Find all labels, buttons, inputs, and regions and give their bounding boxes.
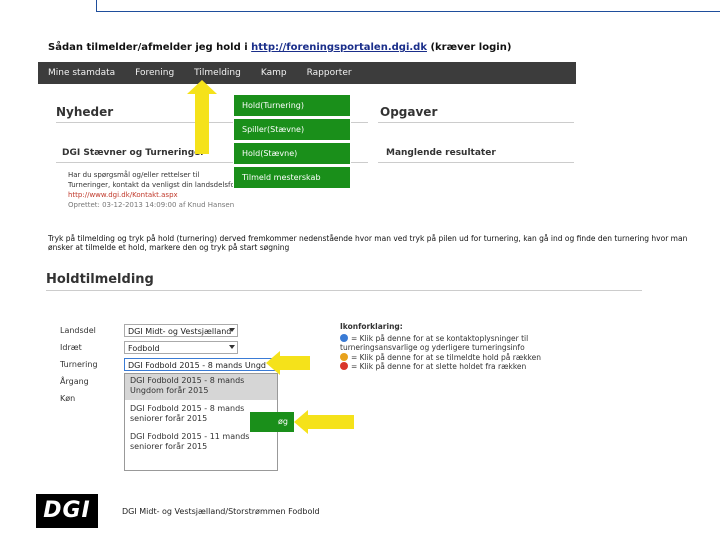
menu-item-hold-turnering[interactable]: Hold(Turnering) — [233, 94, 351, 117]
news-body-line-1: Har du spørgsmål og/eller rettelser til — [68, 171, 200, 179]
label-koen: Køn — [60, 394, 76, 403]
tasks-sub-divider — [378, 162, 574, 163]
nav-item-kamp[interactable]: Kamp — [261, 68, 287, 78]
turnering-select[interactable]: DGI Fodbold 2015 - 8 mands Ungd — [124, 358, 276, 371]
dgi-logo: DGI — [36, 494, 98, 528]
portal-link[interactable]: http://foreningsportalen.dgi.dk — [251, 42, 427, 53]
up-arrow-shaft — [195, 94, 209, 154]
tilmelding-dropdown-menu: Hold(Turnering) Spiller(Stævne) Hold(Stæ… — [233, 94, 351, 190]
legend-title: Ikonforklaring: — [340, 322, 403, 331]
left-arrow-annotation-button — [294, 410, 354, 434]
left-arrow-head — [294, 410, 308, 434]
page-heading: Sådan tilmelder/afmelder jeg hold i http… — [48, 42, 511, 53]
portal-nav-bar: Mine stamdata Forening Tilmelding Kamp R… — [38, 62, 576, 84]
landsdel-value: DGI Midt- og Vestsjælland — [128, 327, 232, 336]
instructions-text: Tryk på tilmelding og tryk på hold (turn… — [48, 234, 688, 252]
menu-item-hold-staevne[interactable]: Hold(Stævne) — [233, 142, 351, 165]
tasks-subtitle[interactable]: Manglende resultater — [386, 148, 496, 158]
option-line[interactable]: seniorer forår 2015 — [125, 442, 277, 452]
menu-item-spiller-staevne[interactable]: Spiller(Stævne) — [233, 118, 351, 141]
news-title: Nyheder — [56, 105, 114, 119]
left-arrow-shaft — [308, 415, 354, 429]
label-aargang: Årgang — [60, 377, 89, 386]
form-title: Holdtilmelding — [46, 272, 154, 287]
start-search-button[interactable]: øg — [250, 412, 294, 432]
legend-line-1: = Klik på denne for at se kontaktoplysni… — [340, 333, 529, 353]
icon-legend: Ikonforklaring: = Klik på denne for at s… — [340, 322, 580, 372]
form-title-divider — [46, 290, 642, 291]
delete-icon — [340, 362, 348, 370]
search-icon — [340, 352, 348, 361]
option-line[interactable]: DGI Fodbold 2015 - 8 mands — [125, 374, 277, 386]
menu-item-tilmeld-mesterskab[interactable]: Tilmeld mesterskab — [233, 166, 351, 189]
up-arrow-annotation — [187, 80, 217, 154]
idraet-value: Fodbold — [128, 344, 160, 353]
top-divider-line — [96, 0, 720, 12]
chevron-down-icon — [229, 345, 235, 349]
news-meta: Oprettet: 03-12-2013 14:09:00 af Knud Ha… — [68, 201, 235, 209]
tasks-title: Opgaver — [380, 105, 438, 119]
tasks-divider — [378, 122, 574, 123]
nav-item-tilmelding[interactable]: Tilmelding — [194, 68, 241, 78]
option-line[interactable]: Ungdom forår 2015 — [125, 386, 277, 400]
left-arrow-head — [266, 351, 280, 375]
left-arrow-annotation-turnering — [266, 351, 310, 375]
left-arrow-shaft — [280, 356, 310, 370]
news-contact-link[interactable]: http://www.dgi.dk/Kontakt.aspx — [68, 190, 178, 200]
turnering-value: DGI Fodbold 2015 - 8 mands Ungd — [128, 361, 266, 370]
idraet-select[interactable]: Fodbold — [124, 341, 238, 354]
label-landsdel: Landsdel — [60, 326, 96, 335]
nav-item-forening[interactable]: Forening — [135, 68, 174, 78]
legend-line-3: = Klik på denne for at slette holdet fra… — [351, 362, 527, 371]
portal-screenshot: Mine stamdata Forening Tilmelding Kamp R… — [38, 62, 576, 218]
label-idraet: Idræt — [60, 343, 82, 352]
heading-suffix: (kræver login) — [426, 42, 512, 53]
nav-item-rapporter[interactable]: Rapporter — [307, 68, 352, 78]
nav-item-mine-stamdata[interactable]: Mine stamdata — [48, 68, 115, 78]
label-turnering: Turnering — [60, 360, 98, 369]
landsdel-select[interactable]: DGI Midt- og Vestsjælland — [124, 324, 238, 337]
up-arrow-head — [187, 80, 217, 94]
chevron-down-icon — [229, 328, 235, 332]
news-subtitle: DGI Stævner og Turneringer — [62, 148, 205, 158]
legend-line-2: = Klik på denne for at se tilmeldte hold… — [351, 352, 541, 362]
footer-text: DGI Midt- og Vestsjælland/Storstrømmen F… — [122, 507, 320, 516]
info-icon — [340, 333, 348, 342]
heading-prefix: Sådan tilmelder/afmelder jeg hold i — [48, 42, 252, 53]
